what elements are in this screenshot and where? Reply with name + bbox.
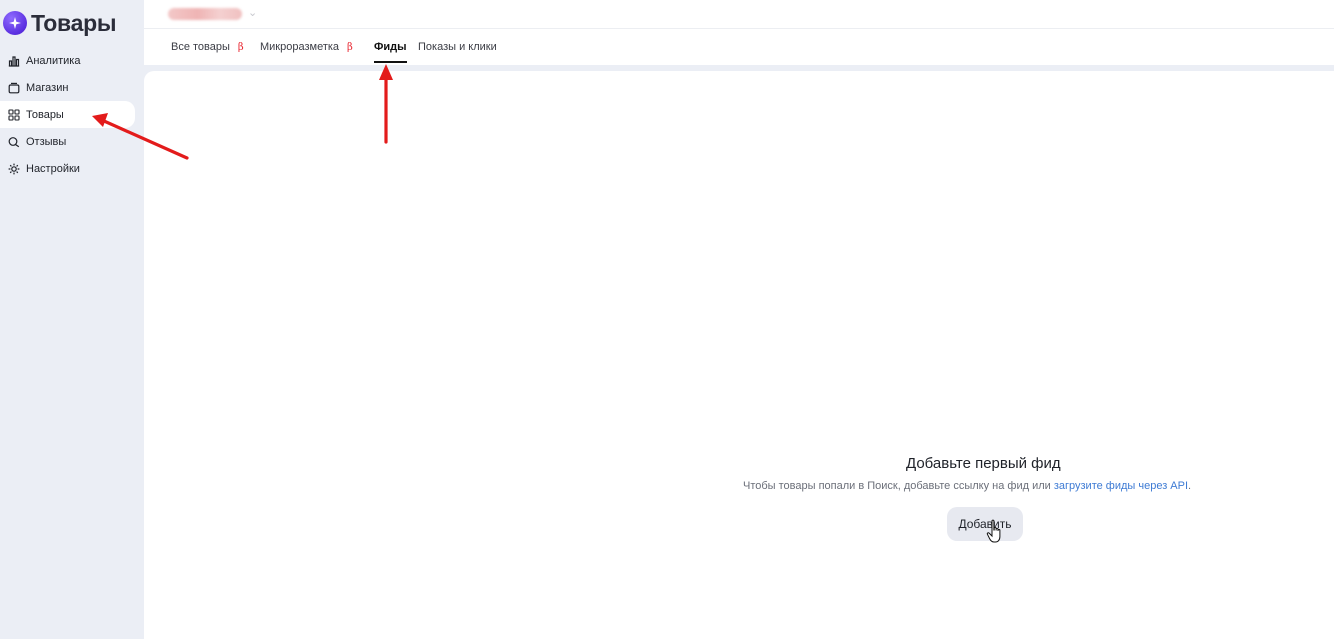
app-logo[interactable]: Товары [3,9,116,37]
empty-state-text: Чтобы товары попали в Поиск, добавьте сс… [743,480,1191,492]
tab-microdata[interactable]: Микроразметка β [260,29,353,65]
tab-all-products[interactable]: Все товары β [171,29,244,65]
gear-icon [8,163,20,175]
sidebar-nav: Аналитика Магазин Товары Отзывы Настройк… [0,47,144,182]
star-logo-icon [3,11,27,35]
sidebar-item-label: Товары [26,108,64,121]
sidebar: Товары Аналитика Магазин Товары Отзывы Н… [0,0,144,639]
tab-feeds[interactable]: Фиды [374,29,407,65]
sidebar-item-reviews[interactable]: Отзывы [0,128,144,155]
grid-icon [8,108,20,121]
sidebar-item-label: Магазин [26,81,69,94]
tab-bar: Все товары β Микроразметка β Фиды Показы… [144,29,1334,65]
empty-state-description: Чтобы товары попали в Поиск, добавьте сс… [743,480,1054,492]
sidebar-item-store[interactable]: Магазин [0,74,144,101]
sidebar-item-settings[interactable]: Настройки [0,155,144,182]
tab-label: Микроразметка [260,41,340,53]
tab-impressions-clicks[interactable]: Показы и клики [418,29,497,65]
reviews-icon [8,136,20,148]
hand-cursor-icon [986,519,1001,543]
tab-label: Все товары [171,41,230,53]
main-panel: Добавьте первый фид Чтобы товары попали … [144,71,1334,639]
beta-badge: β [237,41,244,53]
project-selector-blurred[interactable] [168,8,242,20]
sidebar-item-analytics[interactable]: Аналитика [0,47,144,74]
chevron-down-icon[interactable]: ⌄ [248,6,257,19]
sidebar-item-label: Аналитика [26,54,81,67]
sidebar-item-products[interactable]: Товары [0,101,135,128]
sidebar-item-label: Настройки [26,162,80,175]
upload-feeds-api-link[interactable]: загрузите фиды через API [1054,480,1188,492]
tab-label: Фиды [374,41,407,53]
empty-state-title: Добавьте первый фид [906,455,1061,472]
tab-label: Показы и клики [418,41,497,53]
top-bar: ⌄ [144,0,1334,29]
sidebar-item-label: Отзывы [26,135,67,148]
app-title: Товары [31,9,117,36]
beta-badge: β [347,41,353,53]
bar-chart-icon [8,55,20,67]
add-feed-button[interactable]: Добавить [947,507,1023,541]
store-icon [8,82,20,94]
empty-state-period: . [1188,480,1192,492]
